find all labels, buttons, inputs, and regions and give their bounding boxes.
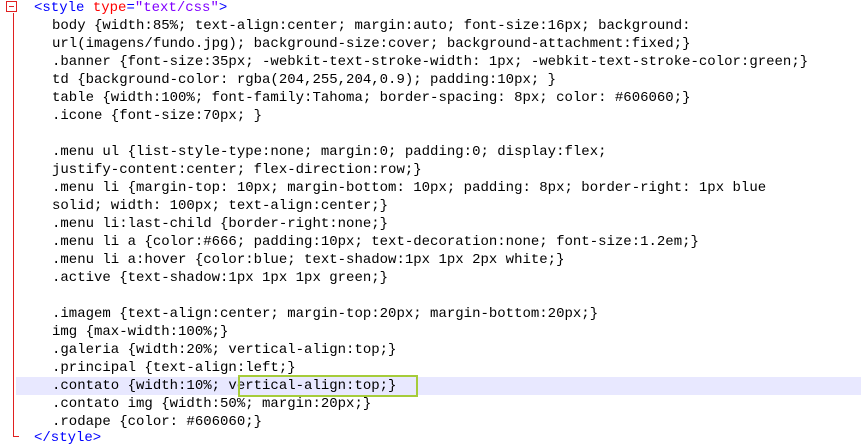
code-line-text: .banner {font-size:35px; -webkit-text-st… <box>52 54 809 70</box>
code-line-text: solid; width: 100px; text-align:center;} <box>52 198 389 214</box>
code-line-text: url(imagens/fundo.jpg); background-size:… <box>52 36 691 52</box>
code-line-text: .menu li {margin-top: 10px; margin-botto… <box>52 180 767 196</box>
attr-equals: = <box>126 0 135 16</box>
code-line[interactable]: .imagem {text-align:center; margin-top:2… <box>0 305 861 323</box>
code-line[interactable]: solid; width: 100px; text-align:center;} <box>0 197 861 215</box>
style-close-tag: </style> <box>34 430 102 446</box>
code-line-text: td {background-color: rgba(204,255,204,0… <box>52 72 557 88</box>
type-value: "text/css" <box>134 0 219 16</box>
code-line[interactable] <box>0 125 861 143</box>
code-line-text: img {max-width:100%;} <box>52 324 229 340</box>
code-line[interactable]: .menu ul {list-style-type:none; margin:0… <box>0 143 861 161</box>
code-editor[interactable]: <style type="text/css"> body {width:85%;… <box>0 0 861 448</box>
code-line-text: .galeria {width:20%; vertical-align:top;… <box>52 342 397 358</box>
code-line[interactable]: .principal {text-align:left;} <box>0 359 861 377</box>
code-line[interactable]: .banner {font-size:35px; -webkit-text-st… <box>0 53 861 71</box>
code-line[interactable]: .menu li a {color:#666; padding:10px; te… <box>0 233 861 251</box>
code-line-text: .menu ul {list-style-type:none; margin:0… <box>52 144 607 160</box>
code-line[interactable]: url(imagens/fundo.jpg); background-size:… <box>0 35 861 53</box>
code-line-text: .contato img {width:50%; margin:20px;} <box>52 396 372 412</box>
code-line-style-open[interactable]: <style type="text/css"> <box>0 0 861 17</box>
type-attribute: type <box>92 0 127 16</box>
code-line-text: .active {text-shadow:1px 1px 1px green;} <box>52 270 389 286</box>
code-line[interactable]: table {width:100%; font-family:Tahoma; b… <box>0 89 861 107</box>
code-line-text: table {width:100%; font-family:Tahoma; b… <box>52 90 691 106</box>
code-line-text: .menu li a {color:#666; padding:10px; te… <box>52 234 699 250</box>
code-line-text: .icone {font-size:70px; } <box>52 108 263 124</box>
code-line[interactable]: .menu li {margin-top: 10px; margin-botto… <box>0 179 861 197</box>
style-open-tag: <style <box>34 0 85 16</box>
code-line[interactable]: .contato img {width:50%; margin:20px;} <box>0 395 861 413</box>
code-line[interactable]: td {background-color: rgba(204,255,204,0… <box>0 71 861 89</box>
code-line-current[interactable]: .contato {width:10%; vertical-align:top;… <box>16 377 861 395</box>
code-line[interactable]: .active {text-shadow:1px 1px 1px green;} <box>0 269 861 287</box>
code-line-text: body {width:85%; text-align:center; marg… <box>52 18 691 34</box>
code-line[interactable]: img {max-width:100%;} <box>0 323 861 341</box>
highlight-box <box>238 375 418 397</box>
code-line[interactable]: body {width:85%; text-align:center; marg… <box>0 17 861 35</box>
code-line[interactable] <box>0 287 861 305</box>
code-line[interactable]: justify-content:center; flex-direction:r… <box>0 161 861 179</box>
code-line[interactable]: .menu li a:hover {color:blue; text-shado… <box>0 251 861 269</box>
code-line[interactable]: .icone {font-size:70px; } <box>0 107 861 125</box>
code-line-text: .menu li:last-child {border-right:none;} <box>52 216 389 232</box>
code-line[interactable]: .menu li:last-child {border-right:none;} <box>0 215 861 233</box>
code-line-text: .menu li a:hover {color:blue; text-shado… <box>52 252 565 268</box>
style-open-tag-end: > <box>218 0 228 16</box>
code-line[interactable]: .galeria {width:20%; vertical-align:top;… <box>0 341 861 359</box>
code-line-text: justify-content:center; flex-direction:r… <box>52 162 422 178</box>
code-line-style-close[interactable]: </style> <box>0 429 861 447</box>
code-line-text: .imagem {text-align:center; margin-top:2… <box>52 306 599 322</box>
